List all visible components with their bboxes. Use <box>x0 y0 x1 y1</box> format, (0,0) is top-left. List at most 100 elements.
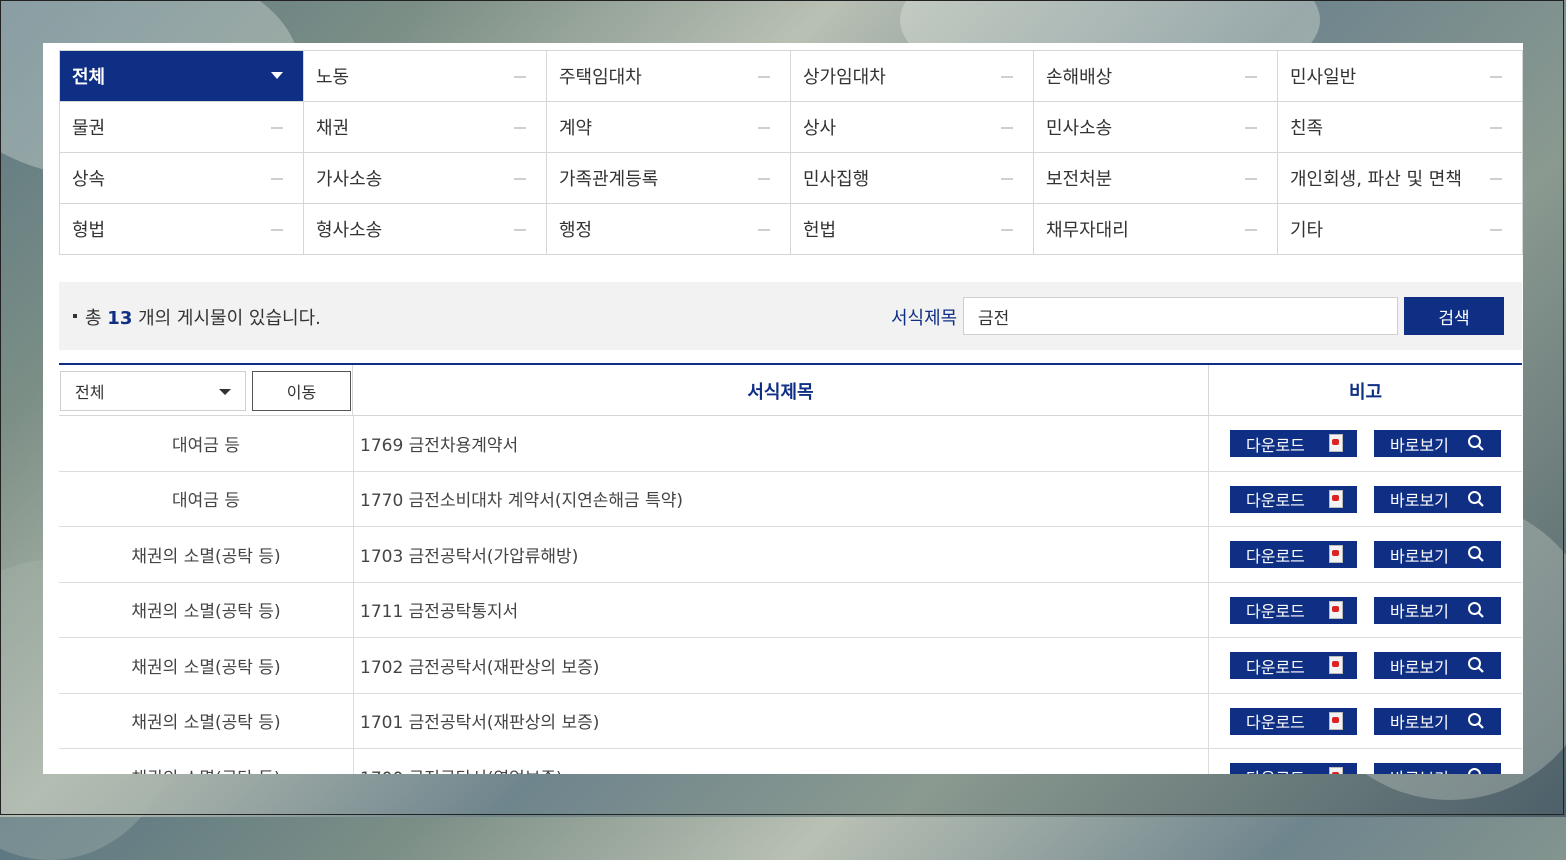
row-category: 채권의 소멸(공탁 등) <box>131 602 281 623</box>
move-button[interactable]: 이동 <box>252 371 351 411</box>
download-button[interactable]: 다운로드 <box>1230 541 1357 568</box>
minus-icon <box>271 127 283 129</box>
category-label: 헌법 <box>803 220 837 241</box>
category-tab[interactable]: 기타 <box>1278 204 1523 255</box>
download-button[interactable]: 다운로드 <box>1230 430 1357 457</box>
pdf-file-icon <box>1329 711 1343 730</box>
row-title[interactable]: 1701 금전공탁서(재판상의 보증) <box>353 693 1209 748</box>
category-tab[interactable]: 전체 <box>60 51 304 102</box>
minus-icon <box>514 229 526 231</box>
download-button[interactable]: 다운로드 <box>1230 652 1357 679</box>
category-tab[interactable]: 상속 <box>60 153 304 204</box>
table-body: 대여금 등 1769 금전차용계약서 다운로드 바로보기 대여금 등 1770 금전소비대… <box>59 416 1522 774</box>
row-category: 채권의 소멸(공탁 등) <box>59 749 353 774</box>
category-tab[interactable]: 형법 <box>60 204 304 255</box>
download-label: 다운로드 <box>1246 602 1305 621</box>
download-label: 다운로드 <box>1246 435 1305 455</box>
category-tab[interactable]: 손해배상 <box>1034 51 1278 102</box>
table-row: 채권의 소멸(공탁 등)1700 금전공탁서(영업보증) 다운로드 바로보기 <box>59 749 1522 774</box>
minus-icon <box>1245 127 1257 129</box>
minus-icon <box>1245 76 1257 78</box>
category-select-value: 전체 <box>75 383 105 402</box>
count-suffix: 개의 게시물이 있습니다. <box>138 308 321 329</box>
category-tab[interactable]: 개인회생, 파산 및 면책 <box>1278 153 1523 204</box>
category-tab[interactable]: 민사집행 <box>791 153 1034 204</box>
pdf-file-icon <box>1329 489 1343 508</box>
category-tab[interactable]: 형사소송 <box>304 204 547 255</box>
category-label: 채무자대리 <box>1046 220 1129 241</box>
category-select[interactable]: 전체 <box>60 371 246 411</box>
row-category: 채권의 소멸(공탁 등) <box>131 657 281 678</box>
category-label: 개인회생, 파산 및 면책 <box>1290 169 1462 190</box>
search-icon <box>1468 657 1484 673</box>
category-tab[interactable]: 헌법 <box>791 204 1034 255</box>
row-title[interactable]: 1702 금전공탁서(재판상의 보증) <box>353 638 1209 693</box>
category-tab[interactable]: 친족 <box>1278 102 1523 153</box>
minus-icon <box>514 127 526 129</box>
minus-icon <box>1001 127 1013 129</box>
category-label: 물권 <box>72 118 106 139</box>
category-label: 노동 <box>316 67 350 88</box>
search-button[interactable]: 검색 <box>1404 297 1504 335</box>
category-tab[interactable]: 가사소송 <box>304 153 547 204</box>
row-category: 채권의 소멸(공탁 등) <box>131 713 281 734</box>
category-tab[interactable]: 노동 <box>304 51 547 102</box>
category-label: 민사소송 <box>1046 118 1113 139</box>
row-title[interactable]: 1703 금전공탁서(가압류해방) <box>353 527 1209 582</box>
minus-icon <box>1490 76 1502 78</box>
minus-icon <box>758 229 770 231</box>
download-button[interactable]: 다운로드 <box>1230 485 1357 513</box>
category-label: 주택임대차 <box>559 67 642 88</box>
category-label: 행정 <box>559 220 593 241</box>
form-table: 전체 이동 서식제목 비고 대여금 등 1769 금전차용계약서 다운로드 바로보기 대… <box>59 363 1522 774</box>
minus-icon <box>758 76 770 78</box>
minus-icon <box>1490 127 1502 129</box>
category-tab[interactable]: 주택임대차 <box>547 51 791 102</box>
category-tab[interactable]: 상사 <box>791 102 1034 153</box>
category-tab[interactable]: 채권 <box>304 102 547 153</box>
preview-button[interactable]: 바로보기 <box>1374 763 1501 774</box>
search-icon <box>1468 546 1484 562</box>
preview-button[interactable]: 바로보기 <box>1374 485 1501 513</box>
category-tab[interactable]: 행정 <box>547 204 791 255</box>
preview-label: 바로보기 <box>1390 435 1449 455</box>
download-button[interactable]: 다운로드 <box>1230 763 1357 774</box>
post-count: 13 <box>107 308 133 329</box>
caret-down-icon <box>271 72 283 79</box>
category-label: 민사일반 <box>1290 67 1357 88</box>
minus-icon <box>758 178 770 180</box>
category-tab[interactable]: 계약 <box>547 102 791 153</box>
row-title[interactable]: 1711 금전공탁통지서 <box>353 582 1209 637</box>
table-row: 채권의 소멸(공탁 등) 1701 금전공탁서(재판상의 보증) 다운로드 바로보기 <box>59 693 1522 749</box>
row-title[interactable]: 1769 금전차용계약서 <box>353 416 1209 471</box>
category-tab[interactable]: 물권 <box>60 102 304 153</box>
download-button[interactable]: 다운로드 <box>1230 707 1357 735</box>
preview-button[interactable]: 바로보기 <box>1374 707 1501 735</box>
download-label: 다운로드 <box>1246 546 1305 566</box>
pdf-file-icon <box>1329 600 1343 619</box>
category-label: 상가임대차 <box>803 67 886 88</box>
category-tab[interactable]: 가족관계등록 <box>547 153 791 204</box>
search-input[interactable] <box>963 297 1398 335</box>
table-row: 채권의 소멸(공탁 등) 1702 금전공탁서(재판상의 보증) 다운로드 바로보기 <box>59 638 1522 694</box>
preview-button[interactable]: 바로보기 <box>1374 430 1501 457</box>
category-label: 채권 <box>316 118 350 139</box>
category-tab[interactable]: 보전처분 <box>1034 153 1278 204</box>
row-actions: 다운로드 바로보기 <box>1209 472 1522 527</box>
preview-button[interactable]: 바로보기 <box>1374 652 1501 679</box>
content-panel: 전체 노동 주택임대차 상가임대차 손해배상 민사일반물권 채권 계약 상사 민사소송 친족상속 가사… <box>43 43 1523 774</box>
download-button[interactable]: 다운로드 <box>1230 596 1357 624</box>
row-title[interactable]: 1700 금전공탁서(영업보증) <box>353 749 1209 774</box>
category-label: 형사소송 <box>316 220 383 241</box>
category-tab[interactable]: 상가임대차 <box>791 51 1034 102</box>
minus-icon <box>1245 178 1257 180</box>
category-label: 가사소송 <box>316 169 383 190</box>
preview-button[interactable]: 바로보기 <box>1374 541 1501 568</box>
row-title[interactable]: 1770 금전소비대차 계약서(지연손해금 특약) <box>353 471 1209 526</box>
category-tab[interactable]: 민사소송 <box>1034 102 1278 153</box>
preview-button[interactable]: 바로보기 <box>1374 596 1501 624</box>
preview-label: 바로보기 <box>1390 765 1449 775</box>
pdf-file-icon <box>1329 656 1343 674</box>
category-tab[interactable]: 채무자대리 <box>1034 204 1278 255</box>
category-tab[interactable]: 민사일반 <box>1278 51 1523 102</box>
